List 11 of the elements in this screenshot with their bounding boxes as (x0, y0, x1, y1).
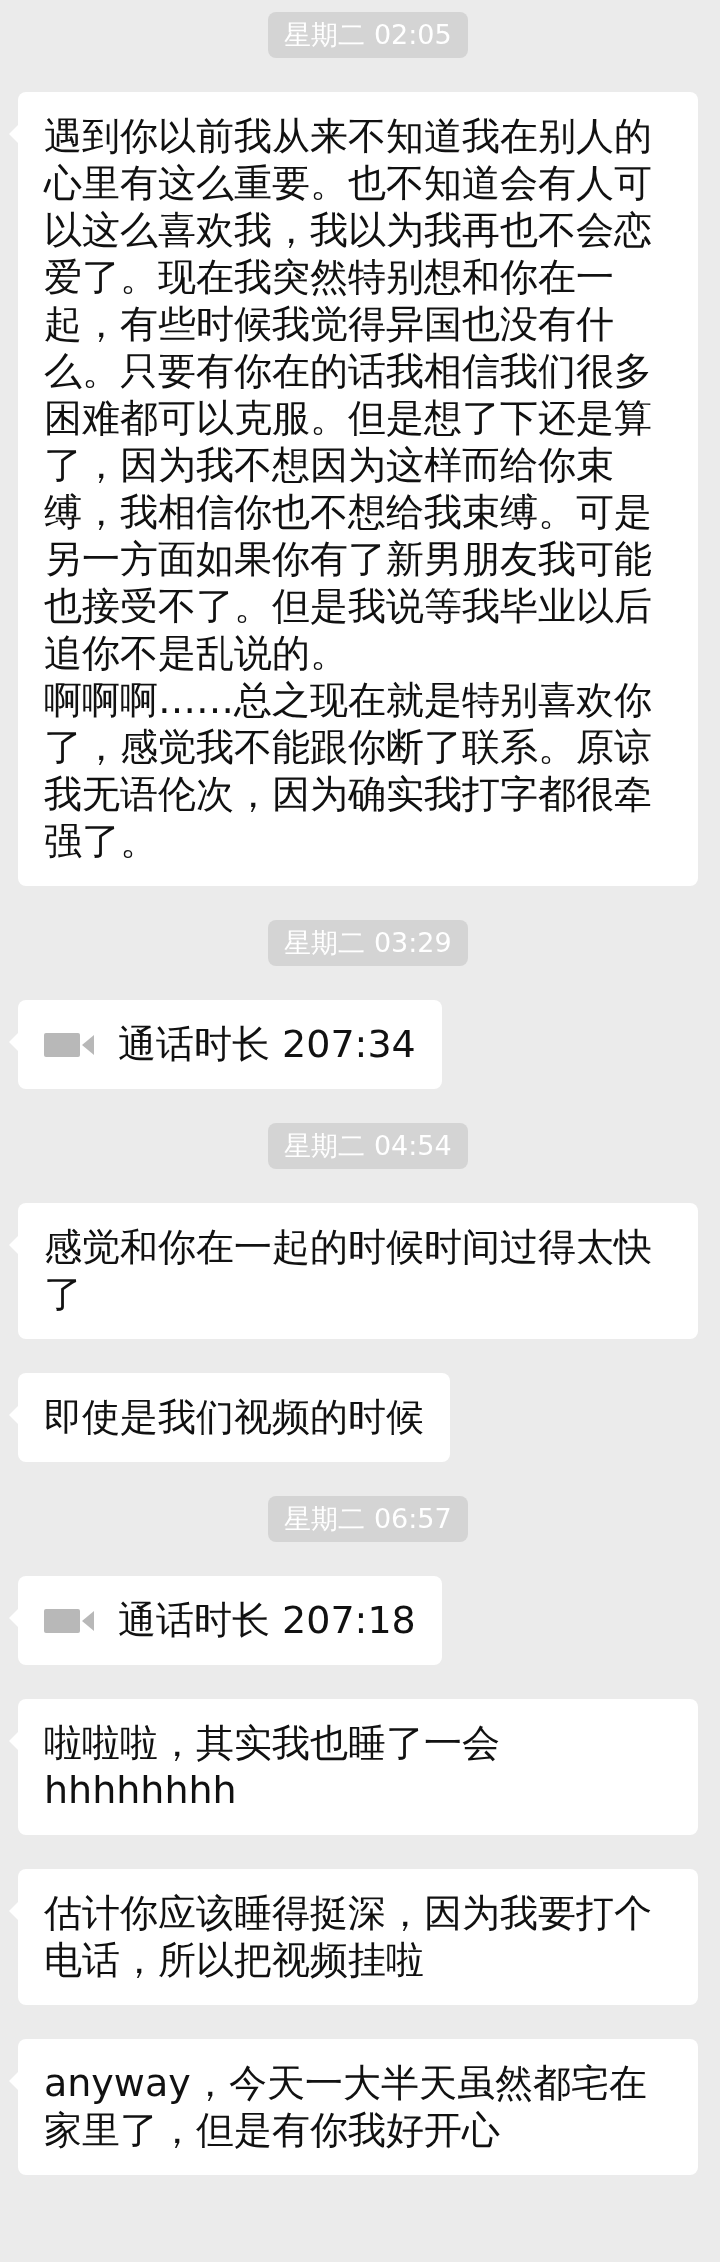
message-text: anyway，今天一大半天虽然都宅在家里了，但是有你我好开心 (44, 2060, 648, 2154)
call-duration: 通话时长 207:34 (118, 1021, 416, 1068)
call-duration: 通话时长 207:18 (118, 1597, 416, 1644)
video-camera-icon (44, 1030, 94, 1059)
message-text: 遇到你以前我从来不知道我在别人的心里有这么重要。也不知道会有人可以这么喜欢我，我以为我再也不会恋爱了。现在我突然特别想和你在一起，有些时候我觉得异国也没有什么。只要有你在的话我相信我们很多困难都可以克服。但是想了下还是算了，因为我不想因为这样而给你束缚，我相信你也不想给我束缚。可是另一方面如果你有了新男朋友我可能也接受不了。但是我说等我毕业以后追你不是乱说的。 (44, 113, 653, 677)
message-text: 感觉和你在一起的时候时间过得太快了 (44, 1224, 653, 1318)
message-text: 啦啦啦，其实我也睡了一会hhhhhhhh (44, 1720, 501, 1814)
video-camera-icon (44, 1606, 94, 1635)
message-text: 估计你应该睡得挺深，因为我要打个电话，所以把视频挂啦 (44, 1890, 653, 1984)
message-text: 啊啊啊……总之现在就是特别喜欢你了，感觉我不能跟你断了联系。原谅我无语伦次，因为确实我打字都很牵强了。 (44, 677, 653, 865)
message-text: 即使是我们视频的时候 (44, 1394, 424, 1441)
